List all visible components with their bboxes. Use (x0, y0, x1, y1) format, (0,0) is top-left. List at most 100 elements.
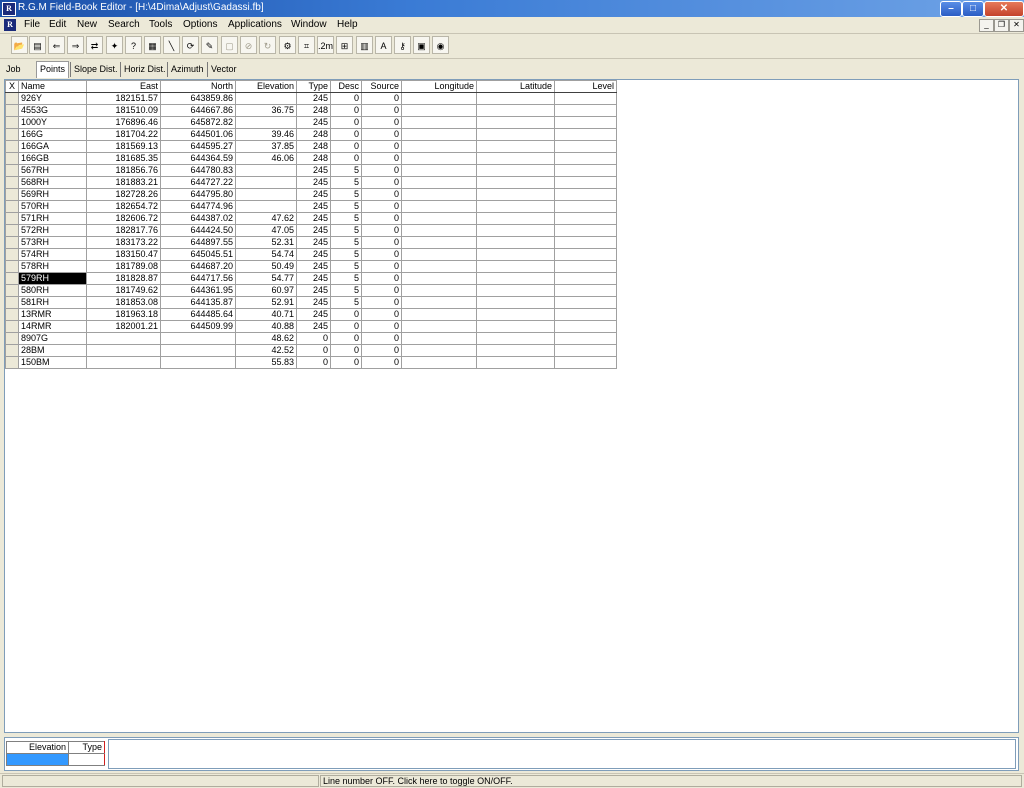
table-cell[interactable] (476, 224, 555, 237)
table-row[interactable]: 166G 181704.22 644501.06 39.46 248 0 0 (5, 128, 617, 141)
menu-file[interactable]: File (24, 19, 40, 30)
column-header-east[interactable]: East (86, 80, 161, 93)
table-cell[interactable] (401, 296, 477, 309)
table-cell[interactable] (476, 188, 555, 201)
tab-azimuth[interactable]: Azimuth (167, 62, 207, 77)
table-cell[interactable]: 47.05 (235, 224, 297, 237)
disabled-c-icon[interactable]: ↻ (259, 36, 276, 54)
table-row[interactable]: 580RH 181749.62 644361.95 60.97 245 5 0 (5, 284, 617, 297)
table-cell[interactable]: 5 (330, 296, 362, 309)
column-header-type[interactable]: Type (296, 80, 331, 93)
table-cell[interactable] (476, 272, 555, 285)
table-cell[interactable]: 644727.22 (160, 176, 236, 189)
table-cell[interactable]: 46.06 (235, 152, 297, 165)
table-cell[interactable]: 644364.59 (160, 152, 236, 165)
table-cell[interactable]: 50.49 (235, 260, 297, 273)
app-icon[interactable]: R (2, 2, 16, 16)
table-cell[interactable]: 0 (361, 164, 402, 177)
table-cell[interactable] (160, 344, 236, 357)
table-cell[interactable] (476, 236, 555, 249)
table-cell[interactable]: 5 (330, 164, 362, 177)
row-selector[interactable] (5, 188, 19, 201)
calculator-icon[interactable]: ▣ (413, 36, 430, 54)
row-selector[interactable] (5, 260, 19, 273)
table-cell[interactable] (401, 236, 477, 249)
document-window-icon[interactable]: R (4, 19, 16, 31)
table-cell[interactable]: 644795.80 (160, 188, 236, 201)
table-cell[interactable] (401, 344, 477, 357)
table-cell[interactable]: 644774.96 (160, 200, 236, 213)
table-cell[interactable]: 245 (296, 224, 331, 237)
walk-icon[interactable]: ✦ (106, 36, 123, 54)
table-cell[interactable]: 0 (361, 356, 402, 369)
table-cell[interactable]: 0 (361, 296, 402, 309)
tab-vector[interactable]: Vector (207, 62, 240, 77)
mini-header-elevation[interactable]: Elevation (6, 741, 69, 754)
table-row[interactable]: 567RH 181856.76 644780.83 245 5 0 (5, 164, 617, 177)
row-selector[interactable] (5, 92, 19, 105)
table-cell[interactable]: 52.91 (235, 296, 297, 309)
export-icon[interactable]: ⇒ (67, 36, 84, 54)
table-cell[interactable] (554, 320, 617, 333)
table-cell[interactable] (235, 116, 297, 129)
maximize-button[interactable]: □ (962, 1, 984, 17)
calc-icon[interactable]: ⌗ (298, 36, 315, 54)
table-cell[interactable]: 643859.86 (160, 92, 236, 105)
table-cell[interactable] (554, 200, 617, 213)
table-cell[interactable]: 567RH (18, 164, 87, 177)
table-cell[interactable]: 176896.46 (86, 116, 161, 129)
table-cell[interactable] (160, 356, 236, 369)
adjust-icon[interactable]: ✎ (201, 36, 218, 54)
table-cell[interactable]: 0 (361, 188, 402, 201)
table-cell[interactable] (401, 200, 477, 213)
table-cell[interactable]: 245 (296, 116, 331, 129)
menu-edit[interactable]: Edit (49, 19, 66, 30)
menu-options[interactable]: Options (183, 19, 217, 30)
table-cell[interactable] (235, 200, 297, 213)
table-cell[interactable]: 5 (330, 176, 362, 189)
table-cell[interactable]: 644361.95 (160, 284, 236, 297)
table-cell[interactable]: 0 (330, 128, 362, 141)
table-row[interactable]: 166GB 181685.35 644364.59 46.06 248 0 0 (5, 152, 617, 165)
table-cell[interactable]: 5 (330, 224, 362, 237)
table-cell[interactable] (401, 140, 477, 153)
table-cell[interactable] (476, 92, 555, 105)
table-cell[interactable] (554, 236, 617, 249)
table-cell[interactable]: 644897.55 (160, 236, 236, 249)
row-selector[interactable] (5, 128, 19, 141)
table-cell[interactable] (401, 248, 477, 261)
table-cell[interactable]: 0 (296, 344, 331, 357)
table-cell[interactable]: 644387.02 (160, 212, 236, 225)
table-cell[interactable]: 181828.87 (86, 272, 161, 285)
table-cell[interactable]: 5 (330, 188, 362, 201)
table-row[interactable]: 573RH 183173.22 644897.55 52.31 245 5 0 (5, 236, 617, 249)
table-cell[interactable]: 0 (361, 152, 402, 165)
table-cell[interactable]: 0 (330, 344, 362, 357)
row-selector[interactable] (5, 176, 19, 189)
table-cell[interactable]: 248 (296, 152, 331, 165)
table-cell[interactable]: 574RH (18, 248, 87, 261)
table-cell[interactable]: 5 (330, 284, 362, 297)
table-row[interactable]: 14RMR 182001.21 644509.99 40.88 245 0 0 (5, 320, 617, 333)
table-cell[interactable]: 644687.20 (160, 260, 236, 273)
table-cell[interactable]: 0 (330, 308, 362, 321)
table-row[interactable]: 570RH 182654.72 644774.96 245 5 0 (5, 200, 617, 213)
table-cell[interactable]: 0 (330, 92, 362, 105)
row-selector[interactable] (5, 272, 19, 285)
table-cell[interactable]: 166G (18, 128, 87, 141)
table-cell[interactable]: 0 (361, 92, 402, 105)
table-cell[interactable]: 5 (330, 260, 362, 273)
row-selector[interactable] (5, 116, 19, 129)
row-selector[interactable] (5, 212, 19, 225)
table-cell[interactable] (235, 92, 297, 105)
table-cell[interactable]: 36.75 (235, 104, 297, 117)
table-row[interactable]: 1000Y 176896.46 645872.82 245 0 0 (5, 116, 617, 129)
bottom-detail-pane[interactable] (108, 739, 1016, 769)
table-cell[interactable] (86, 332, 161, 345)
column-header-north[interactable]: North (160, 80, 236, 93)
table-cell[interactable]: 645872.82 (160, 116, 236, 129)
table-cell[interactable]: 181963.18 (86, 308, 161, 321)
table-cell[interactable] (476, 332, 555, 345)
table-cell[interactable]: 5 (330, 212, 362, 225)
table-cell[interactable]: 0 (361, 128, 402, 141)
